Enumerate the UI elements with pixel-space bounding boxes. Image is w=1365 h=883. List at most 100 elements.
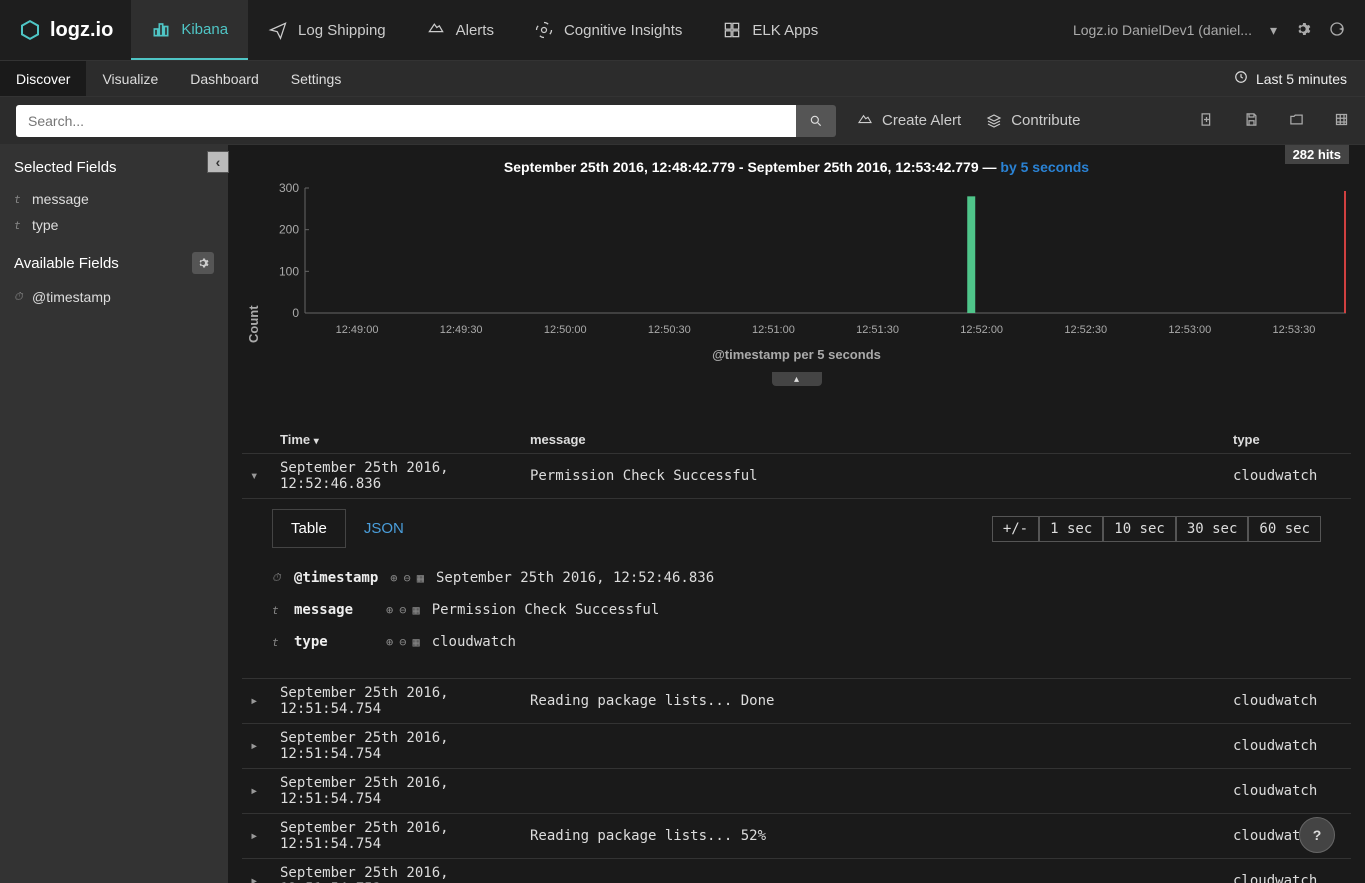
logo[interactable]: logz.io [0,18,131,42]
timebtn-30sec[interactable]: 30 sec [1176,516,1249,542]
contribute-label: Contribute [1011,112,1080,129]
field-type[interactable]: ttype [14,212,214,238]
available-fields-header: Available Fields [14,252,214,274]
timebtn-[interactable]: +/- [992,516,1039,542]
sub-tabs: DiscoverVisualizeDashboardSettings [0,61,357,96]
field-message[interactable]: tmessage [14,186,214,212]
zoom-in-icon[interactable]: ⊕ [386,603,393,617]
row-type: cloudwatch [1233,468,1343,484]
collapse-row-icon[interactable]: ▾ [250,468,280,484]
sidebar: ‹ Selected Fields tmessagettype Availabl… [0,145,228,883]
col-type[interactable]: type [1233,432,1343,447]
expand-row-icon[interactable]: ▸ [250,783,280,799]
time-picker[interactable]: Last 5 minutes [1234,70,1365,87]
svg-text:12:53:00: 12:53:00 [1168,324,1211,336]
brand-text: logz.io [50,19,113,42]
toggle-column-icon[interactable]: ▦ [417,571,424,585]
col-time[interactable]: Time ▾ [280,432,530,447]
search-box [16,105,836,137]
new-icon[interactable] [1199,112,1214,130]
results-table: Time ▾ message type ▾ September 25th 201… [242,426,1351,883]
svg-text:300: 300 [279,183,299,195]
nav-kibana[interactable]: Kibana [131,0,248,60]
chart-interval-link[interactable]: by 5 seconds [1000,159,1089,175]
table-row[interactable]: ▸September 25th 2016, 12:51:54.753cloudw… [242,858,1351,883]
logout-icon[interactable] [1329,21,1345,40]
subtab-visualize[interactable]: Visualize [86,61,174,96]
zoom-in-icon[interactable]: ⊕ [386,635,393,649]
expand-row-icon[interactable]: ▸ [250,873,280,883]
help-button[interactable]: ? [1299,817,1335,853]
nav-alerts[interactable]: Alerts [406,0,514,60]
clock-icon [1234,70,1248,87]
nav-elk-apps[interactable]: ELK Apps [702,0,838,60]
gear-icon[interactable] [1295,21,1311,40]
tab-json[interactable]: JSON [346,510,422,547]
svg-text:12:51:00: 12:51:00 [752,324,795,336]
selected-fields-label: Selected Fields [14,159,117,176]
nav-items: KibanaLog ShippingAlertsCognitive Insigh… [131,0,838,60]
search-button[interactable] [796,105,836,137]
y-axis-label: Count [242,183,265,343]
nav-log-shipping[interactable]: Log Shipping [248,0,406,60]
chart-box: Count 010020030012:49:0012:49:3012:50:00… [242,183,1351,343]
col-message[interactable]: message [530,432,1233,447]
create-alert-label: Create Alert [882,112,961,129]
toggle-column-icon[interactable]: ▦ [412,603,419,617]
tab-table[interactable]: Table [272,509,346,548]
svg-text:12:49:00: 12:49:00 [336,324,379,336]
svg-text:12:50:30: 12:50:30 [648,324,691,336]
zoom-out-icon[interactable]: ⊖ [399,635,406,649]
table-row-expanded[interactable]: ▾ September 25th 2016, 12:52:46.836 Perm… [242,453,1351,498]
chevron-down-icon[interactable]: ▾ [1270,22,1277,39]
field-timestamp[interactable]: ⏱@timestamp [14,284,214,310]
subtab-discover[interactable]: Discover [0,61,86,96]
nav-right: Logz.io DanielDev1 (daniel... ▾ [1073,21,1365,40]
timebtn-1sec[interactable]: 1 sec [1039,516,1103,542]
collapse-sidebar-button[interactable]: ‹ [207,151,229,173]
save-icon[interactable] [1244,112,1259,130]
subtab-dashboard[interactable]: Dashboard [174,61,275,96]
grid-icon[interactable] [1334,112,1349,130]
timebtn-10sec[interactable]: 10 sec [1103,516,1176,542]
svg-text:12:53:30: 12:53:30 [1273,324,1316,336]
selected-fields-header: Selected Fields [14,159,214,176]
timebtn-60sec[interactable]: 60 sec [1248,516,1321,542]
detail-field-type: ttype⊕⊖▦cloudwatch [272,626,1321,658]
toggle-column-icon[interactable]: ▦ [412,635,419,649]
table-row[interactable]: ▸September 25th 2016, 12:51:54.754cloudw… [242,723,1351,768]
svg-text:0: 0 [292,306,299,320]
table-row[interactable]: ▸September 25th 2016, 12:51:54.754cloudw… [242,768,1351,813]
create-alert-button[interactable]: Create Alert [856,112,961,130]
histogram-chart[interactable]: 010020030012:49:0012:49:3012:50:0012:50:… [265,183,1351,343]
nav-cognitive-insights[interactable]: Cognitive Insights [514,0,702,60]
time-label: Last 5 minutes [1256,71,1347,87]
svg-text:12:49:30: 12:49:30 [440,324,483,336]
search-input[interactable] [16,105,796,137]
collapse-chart-button[interactable]: ▴ [772,372,822,386]
svg-text:12:52:00: 12:52:00 [960,324,1003,336]
detail-field-timestamp: ⏱@timestamp⊕⊖▦September 25th 2016, 12:52… [272,562,1321,594]
chart-header: September 25th 2016, 12:48:42.779 - Sept… [242,145,1351,183]
zoom-in-icon[interactable]: ⊕ [390,571,397,585]
contribute-button[interactable]: Contribute [985,112,1080,130]
fields-settings-button[interactable] [192,252,214,274]
expand-row-icon[interactable]: ▸ [250,693,280,709]
content: 282 hits September 25th 2016, 12:48:42.7… [228,145,1365,883]
table-row[interactable]: ▸September 25th 2016, 12:51:54.754Readin… [242,678,1351,723]
zoom-out-icon[interactable]: ⊖ [404,571,411,585]
subtab-settings[interactable]: Settings [275,61,358,96]
expand-row-icon[interactable]: ▸ [250,738,280,754]
open-icon[interactable] [1289,112,1304,130]
table-row[interactable]: ▸September 25th 2016, 12:51:54.754Readin… [242,813,1351,858]
time-buttons: +/-1 sec10 sec30 sec60 sec [992,516,1321,542]
zoom-out-icon[interactable]: ⊖ [399,603,406,617]
top-nav: logz.io KibanaLog ShippingAlertsCognitiv… [0,0,1365,61]
svg-text:100: 100 [279,264,299,278]
svg-text:12:51:30: 12:51:30 [856,324,899,336]
tool-buttons: Create Alert Contribute [856,112,1080,130]
expand-row-icon[interactable]: ▸ [250,828,280,844]
user-label[interactable]: Logz.io DanielDev1 (daniel... [1073,22,1252,38]
svg-text:12:50:00: 12:50:00 [544,324,587,336]
small-icons [1199,112,1349,130]
